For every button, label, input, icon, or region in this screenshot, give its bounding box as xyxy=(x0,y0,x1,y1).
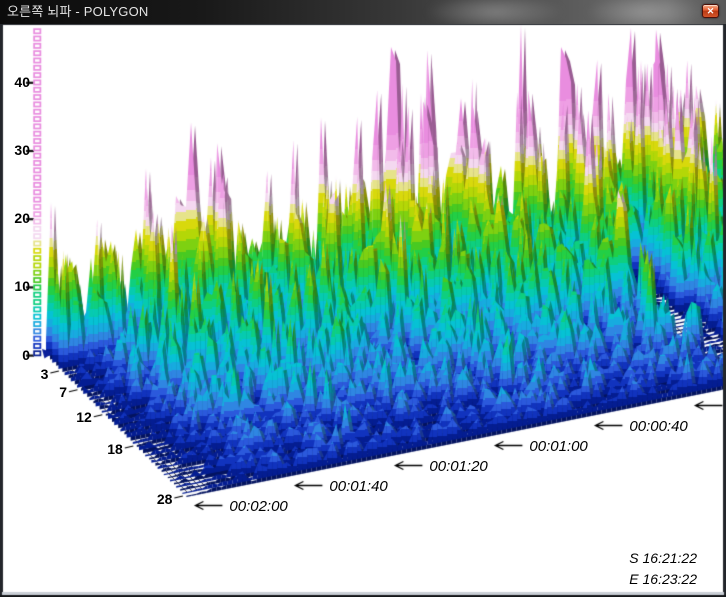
close-icon: ✕ xyxy=(707,6,715,16)
window-title: 오른쪽 뇌파 - POLYGON xyxy=(7,0,149,24)
spectrogram-canvas xyxy=(0,0,726,597)
app-window: 오른쪽 뇌파 - POLYGON ✕ S 16:21:22 E 16:23:22… xyxy=(0,0,726,597)
titlebar-glow xyxy=(425,0,565,24)
close-button[interactable]: ✕ xyxy=(702,4,719,18)
window-titlebar[interactable]: 오른쪽 뇌파 - POLYGON ✕ xyxy=(0,0,726,24)
titlebar-glow xyxy=(585,0,705,24)
